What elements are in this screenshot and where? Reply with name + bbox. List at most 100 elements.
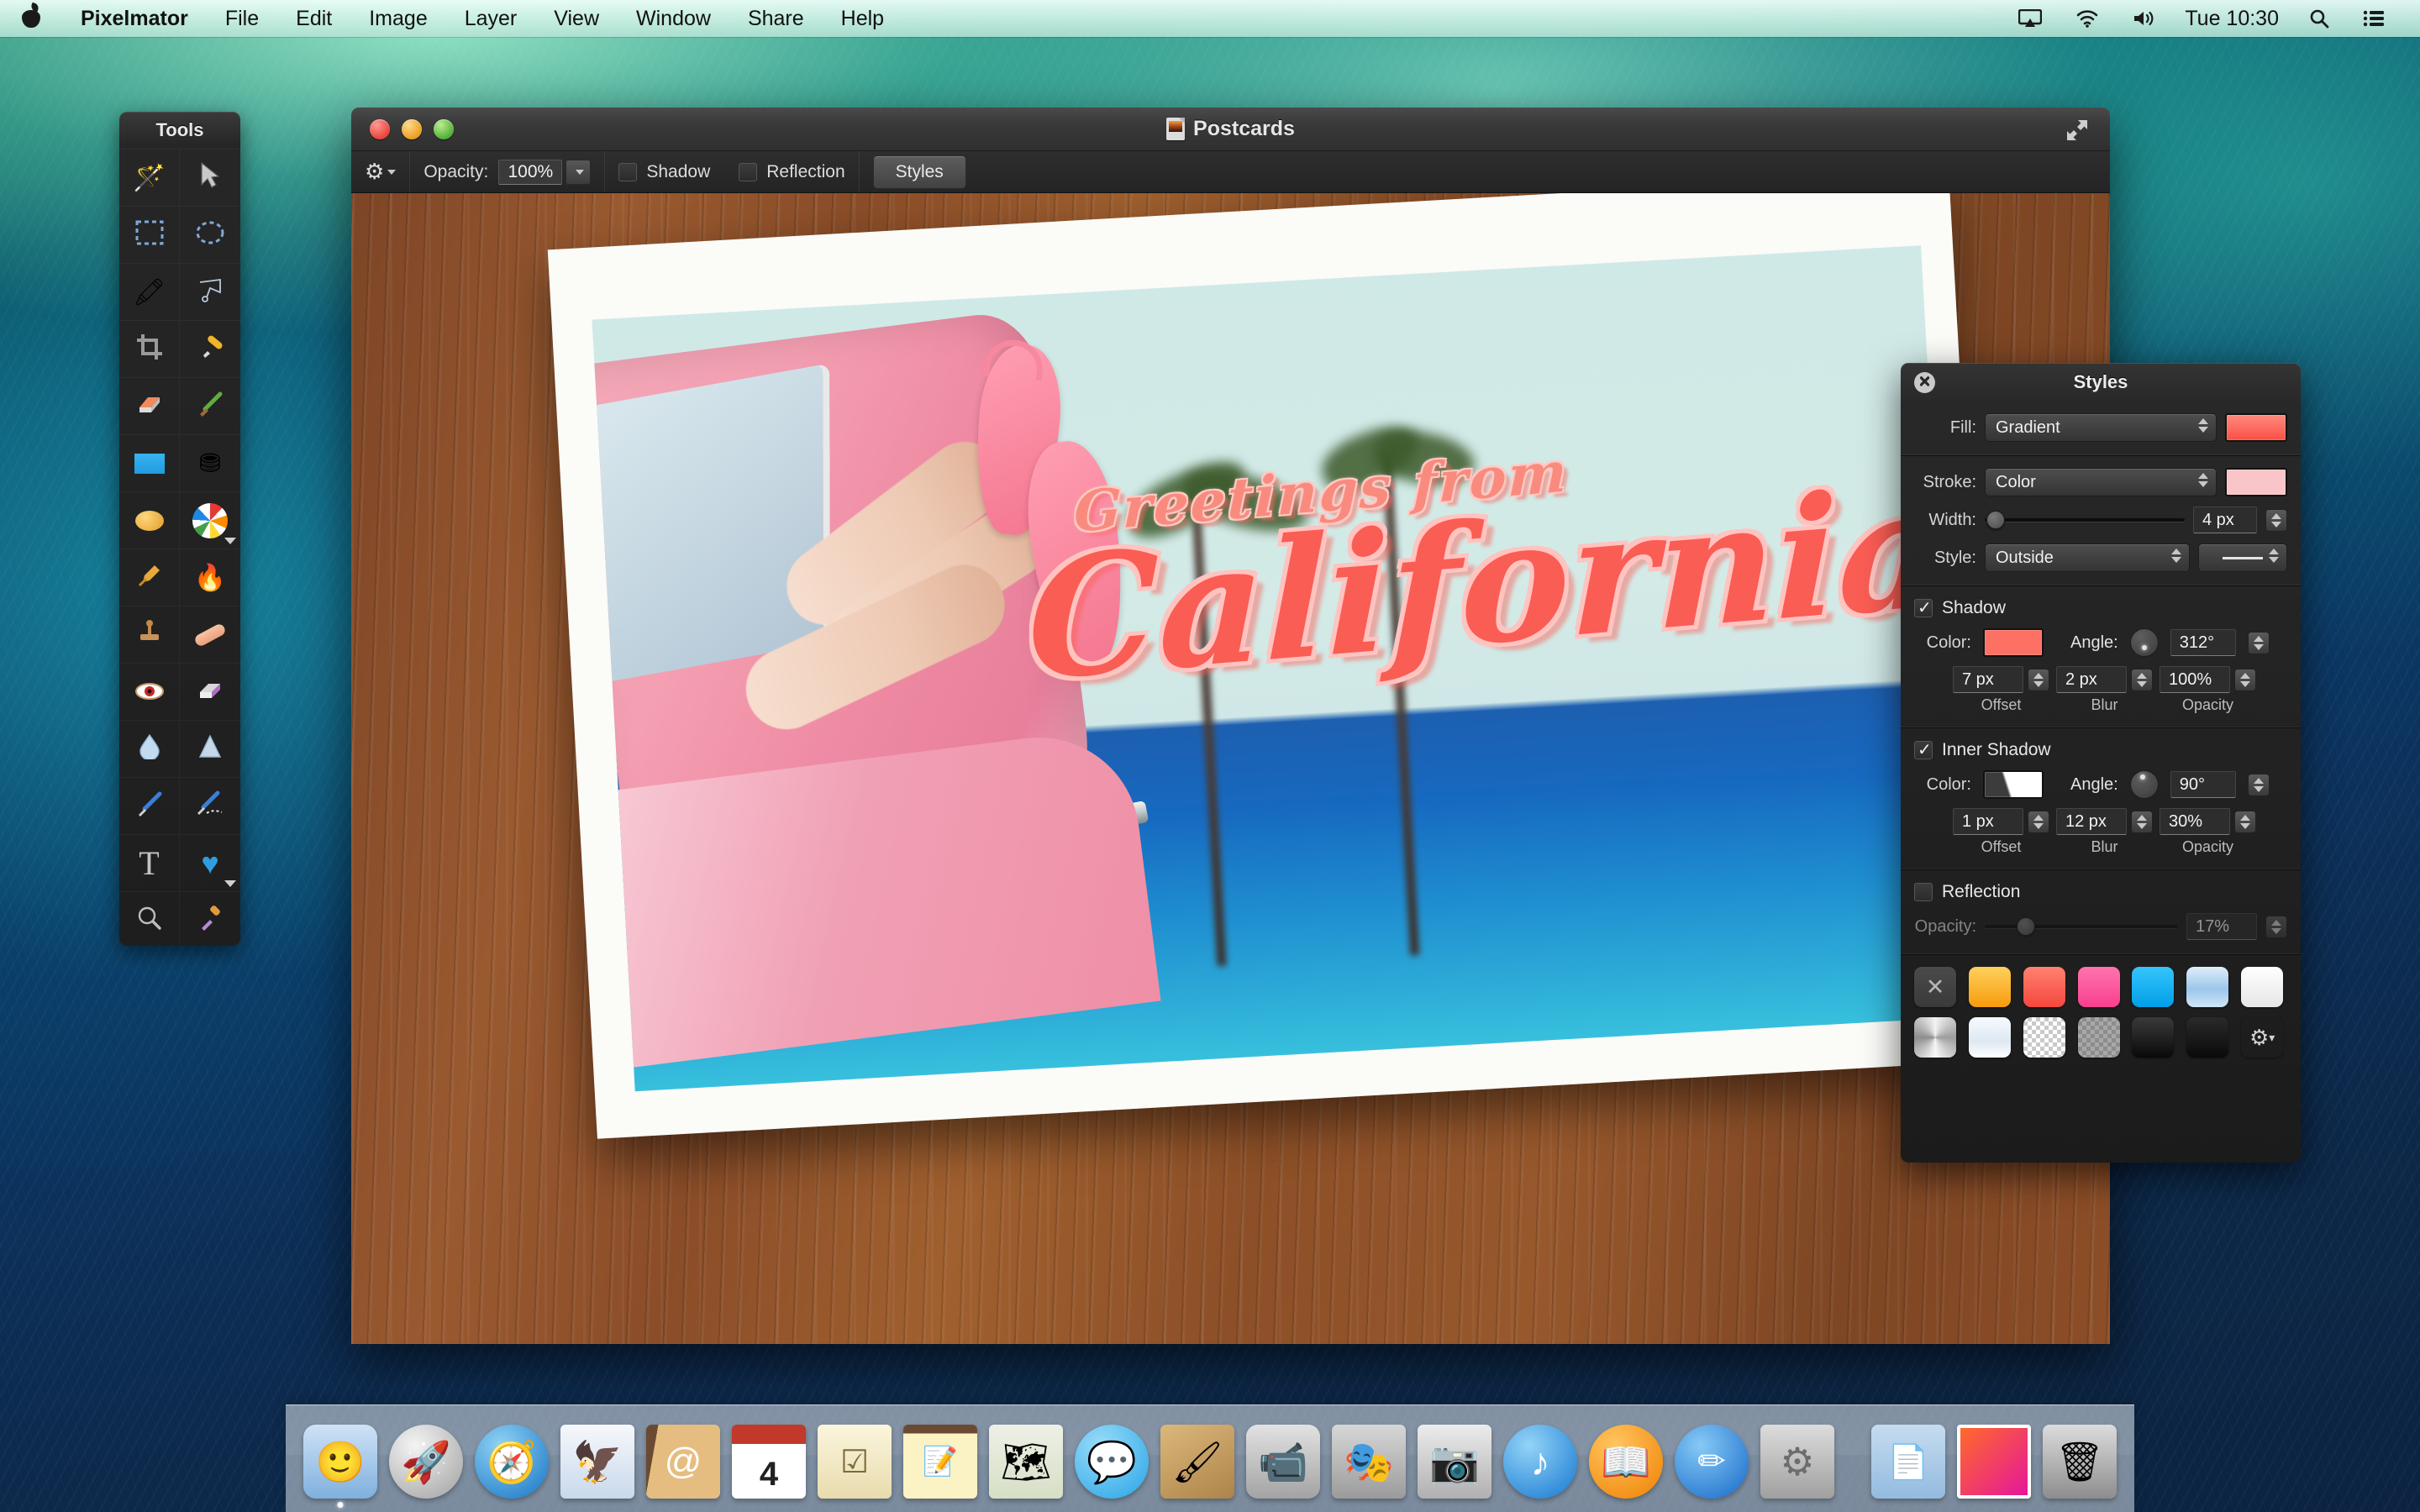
swatch-black[interactable] bbox=[2186, 1017, 2228, 1058]
pen-tool[interactable] bbox=[119, 777, 180, 834]
dock-item-ibooks[interactable]: 📖 bbox=[1589, 1421, 1663, 1499]
type-tool[interactable]: T bbox=[119, 834, 180, 891]
reflection-opacity-value[interactable]: 17% bbox=[2186, 913, 2257, 940]
menu-item-help[interactable]: Help bbox=[823, 0, 902, 37]
menu-item-view[interactable]: View bbox=[535, 0, 618, 37]
paint-selection-tool[interactable]: 🖍 bbox=[119, 263, 180, 320]
rectangular-marquee-tool[interactable] bbox=[119, 206, 180, 263]
postcard-layer[interactable]: Greetings from California bbox=[548, 193, 1999, 1139]
swatch-none[interactable]: ✕ bbox=[1914, 967, 1956, 1007]
repair-tool[interactable] bbox=[180, 606, 240, 663]
paint-bucket-tool[interactable]: ⛃ bbox=[180, 434, 240, 491]
window-titlebar[interactable]: Postcards bbox=[351, 108, 2110, 151]
dock-item-trash[interactable]: 🗑 bbox=[2043, 1421, 2117, 1499]
dock-item-launchpad[interactable]: 🚀 bbox=[389, 1421, 463, 1499]
sponge-tool[interactable] bbox=[119, 491, 180, 549]
elliptical-marquee-tool[interactable] bbox=[180, 206, 240, 263]
gear-settings-icon[interactable]: ⚙ bbox=[365, 159, 384, 185]
swatch-red[interactable] bbox=[2023, 967, 2065, 1007]
shape-tool[interactable]: ♥ bbox=[180, 834, 240, 891]
stroke-width-slider[interactable] bbox=[1985, 506, 2185, 534]
dock-item-mail[interactable]: 🦅 bbox=[560, 1421, 634, 1499]
crop-tool[interactable] bbox=[119, 320, 180, 377]
dock-item-maps[interactable]: 🗺 bbox=[989, 1421, 1063, 1499]
dock-item-contacts[interactable]: @ bbox=[646, 1421, 720, 1499]
fullscreen-expand-icon[interactable] bbox=[2066, 119, 2088, 141]
shadow-checkbox[interactable] bbox=[618, 163, 637, 181]
eyedropper-tool[interactable] bbox=[180, 891, 240, 948]
menu-bar-clock[interactable]: Tue 10:30 bbox=[2171, 7, 2292, 31]
reflection-checkbox-row[interactable]: Reflection bbox=[739, 162, 844, 182]
swatch-orange[interactable] bbox=[1969, 967, 2011, 1007]
shadow-offset-value[interactable]: 7 px bbox=[1953, 666, 2023, 693]
sharpen-tool[interactable] bbox=[180, 720, 240, 777]
menu-app-name[interactable]: Pixelmator bbox=[62, 0, 207, 37]
inner-shadow-color-swatch[interactable] bbox=[1983, 770, 2044, 799]
red-eye-tool[interactable] bbox=[119, 663, 180, 720]
styles-button[interactable]: Styles bbox=[873, 155, 966, 189]
shadow-enable-checkbox[interactable] bbox=[1914, 599, 1933, 617]
swatch-lightblue[interactable] bbox=[2186, 967, 2228, 1007]
shadow-opacity-value[interactable]: 100% bbox=[2160, 666, 2230, 693]
inner-shadow-enable-checkbox[interactable] bbox=[1914, 741, 1933, 759]
dock-item-iphoto[interactable]: 📷 bbox=[1418, 1421, 1491, 1499]
slice-tool[interactable] bbox=[180, 320, 240, 377]
inner-shadow-angle-stepper[interactable] bbox=[2248, 774, 2270, 796]
stroke-line-style-select[interactable] bbox=[2198, 543, 2287, 572]
inner-shadow-opacity-stepper[interactable] bbox=[2234, 811, 2256, 833]
fill-type-select[interactable]: Gradient bbox=[1985, 413, 2217, 442]
shadow-opacity-stepper[interactable] bbox=[2234, 669, 2256, 691]
shadow-angle-dial[interactable] bbox=[2130, 628, 2159, 657]
menu-item-image[interactable]: Image bbox=[350, 0, 445, 37]
swatch-pink[interactable] bbox=[2078, 967, 2120, 1007]
shadow-color-swatch[interactable] bbox=[1983, 628, 2044, 657]
opacity-dropdown-button[interactable] bbox=[566, 160, 591, 185]
inner-shadow-blur-value[interactable]: 12 px bbox=[2056, 808, 2127, 835]
shadow-checkbox-row[interactable]: Shadow bbox=[618, 162, 710, 182]
shadow-blur-value[interactable]: 2 px bbox=[2056, 666, 2127, 693]
eraser-tool[interactable] bbox=[119, 377, 180, 434]
stroke-width-stepper[interactable] bbox=[2265, 509, 2287, 532]
dock-item-reminders[interactable]: ☑ bbox=[818, 1421, 892, 1499]
shadow-angle-value[interactable]: 312° bbox=[2170, 629, 2236, 656]
swatch-transparent-light[interactable] bbox=[2023, 1017, 2065, 1058]
reflection-enable-row[interactable]: Reflection bbox=[1914, 882, 2287, 902]
volume-icon[interactable] bbox=[2116, 9, 2171, 28]
swatch-silver[interactable] bbox=[1914, 1017, 1956, 1058]
dock-item-finder[interactable]: 🙂 bbox=[303, 1421, 377, 1499]
menu-item-layer[interactable]: Layer bbox=[446, 0, 536, 37]
dock-item-appstore[interactable]: ✏ bbox=[1675, 1421, 1749, 1499]
wifi-icon[interactable] bbox=[2059, 9, 2116, 28]
apple-logo-icon[interactable] bbox=[0, 0, 62, 34]
swatch-transparent-dark[interactable] bbox=[2078, 1017, 2120, 1058]
swatch-black-gloss[interactable] bbox=[2132, 1017, 2174, 1058]
chevron-down-icon[interactable] bbox=[224, 880, 236, 887]
inner-shadow-angle-dial[interactable] bbox=[2130, 770, 2159, 799]
menu-item-share[interactable]: Share bbox=[729, 0, 823, 37]
dock-item-system-preferences[interactable]: ⚙ bbox=[1760, 1421, 1834, 1499]
swatch-white[interactable] bbox=[2241, 967, 2283, 1007]
reflection-opacity-slider[interactable] bbox=[1985, 912, 2178, 941]
dock-item-calendar[interactable]: 4 bbox=[732, 1421, 806, 1499]
shadow-offset-stepper[interactable] bbox=[2028, 669, 2049, 691]
spotlight-search-icon[interactable] bbox=[2292, 8, 2346, 29]
shadow-enable-row[interactable]: Shadow bbox=[1914, 598, 2287, 618]
paintbrush-tool[interactable] bbox=[180, 377, 240, 434]
dock-item-iphoto-editor[interactable]: 🖌 bbox=[1160, 1421, 1234, 1499]
reflection-enable-checkbox[interactable] bbox=[1914, 883, 1933, 901]
blur-tool[interactable] bbox=[119, 720, 180, 777]
opacity-input[interactable]: 100% bbox=[498, 160, 562, 185]
close-panel-icon[interactable]: ✕ bbox=[1914, 372, 1935, 393]
polygonal-lasso-tool[interactable] bbox=[180, 263, 240, 320]
zoom-tool[interactable] bbox=[119, 891, 180, 948]
color-effects-tool[interactable] bbox=[180, 491, 240, 549]
swatch-white-gloss[interactable] bbox=[1969, 1017, 2011, 1058]
dock-item-messages[interactable]: 💬 bbox=[1075, 1421, 1149, 1499]
notification-center-icon[interactable] bbox=[2346, 9, 2402, 28]
airplay-icon[interactable] bbox=[2002, 9, 2059, 28]
dock-item-photobooth[interactable]: 🎭 bbox=[1332, 1421, 1406, 1499]
stroke-type-select[interactable]: Color bbox=[1985, 468, 2217, 496]
move-tool[interactable] bbox=[180, 149, 240, 206]
gradient-tool[interactable] bbox=[119, 434, 180, 491]
inner-shadow-offset-value[interactable]: 1 px bbox=[1953, 808, 2023, 835]
